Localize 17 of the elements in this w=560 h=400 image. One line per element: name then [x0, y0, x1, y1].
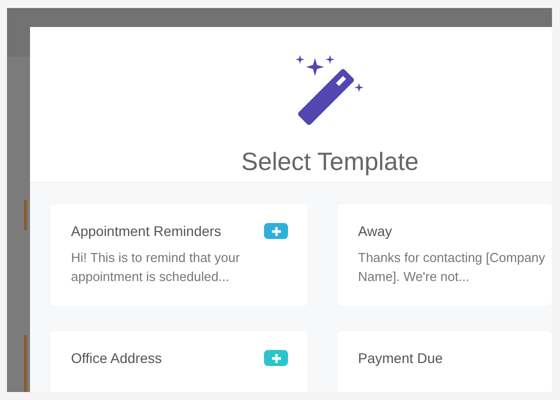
template-preview: Hi! This is to remind that your appointment is scheduled... [71, 248, 241, 286]
template-name: Payment Due [358, 348, 443, 368]
page-accent-bar [24, 335, 27, 392]
add-button[interactable] [264, 223, 288, 239]
plus-icon [272, 226, 280, 236]
dialog-title: Select Template [241, 147, 419, 178]
plus-icon [272, 354, 280, 362]
page-accent-bar [24, 200, 27, 230]
template-card[interactable]: Office Address [50, 330, 308, 392]
template-card[interactable]: Appointment Reminders Hi! This is to remind that your appointment is scheduled... [50, 204, 308, 306]
template-name: Office Address [71, 348, 162, 368]
template-preview: Thanks for contacting [Company Name]. We're not... [358, 248, 546, 286]
template-name: Away [358, 222, 392, 241]
template-card[interactable]: Payment Due [337, 330, 552, 392]
template-name: Appointment Reminders [71, 222, 222, 241]
template-card[interactable]: Away Thanks for contacting [Company Name]. We're not... [337, 204, 552, 306]
add-button[interactable] [264, 350, 288, 366]
